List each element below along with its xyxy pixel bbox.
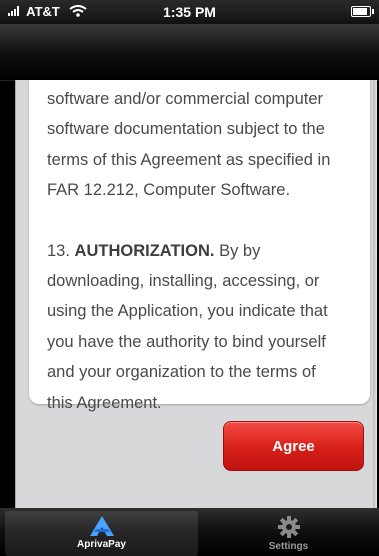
- agreement-line: you have the authority to bind yourself: [47, 332, 326, 351]
- section-heading: AUTHORIZATION.: [74, 241, 215, 260]
- section-13-first-line: 13. AUTHORIZATION. By by: [47, 236, 365, 266]
- agreement-line: FAR 12.212, Computer Software.: [47, 181, 291, 200]
- section-number: 13.: [47, 241, 70, 260]
- agreement-line: this Agreement.: [47, 393, 162, 412]
- apriva-logo-icon: [89, 516, 114, 536]
- agreement-screen[interactable]: software and/or commercial computer soft…: [15, 80, 377, 508]
- status-time: 1:35 PM: [163, 4, 216, 20]
- agreement-line: terms of this Agreement as specified in: [47, 150, 331, 169]
- tab-settings[interactable]: Settings: [198, 511, 379, 556]
- tab-label: Settings: [268, 541, 309, 552]
- content-border: [15, 80, 16, 508]
- navigation-bar: [0, 24, 379, 81]
- agreement-line: software and/or commercial computer: [47, 90, 324, 108]
- agreement-line: By by: [219, 241, 261, 260]
- tab-apriva-pay[interactable]: AprivaPay: [5, 511, 198, 556]
- tab-label: AprivaPay: [77, 539, 126, 550]
- status-bar: AT&T 1:35 PM: [0, 0, 379, 24]
- agreement-line: downloading, installing, accessing, or: [47, 272, 320, 291]
- gear-icon: [277, 516, 300, 538]
- agreement-line: using the Application, you indicate that: [47, 302, 328, 321]
- agreement-text-card[interactable]: software and/or commercial computer soft…: [29, 80, 370, 412]
- tab-bar: AprivaPay Settings: [0, 508, 379, 556]
- agreement-line: and your organization to the terms of: [47, 363, 316, 382]
- battery-icon: [351, 6, 374, 17]
- agreement-line: software documentation subject to the: [47, 120, 325, 139]
- scroll-edge: [373, 80, 377, 508]
- agreement-text: software and/or commercial computer soft…: [47, 84, 365, 418]
- agree-button[interactable]: Agree: [223, 421, 364, 471]
